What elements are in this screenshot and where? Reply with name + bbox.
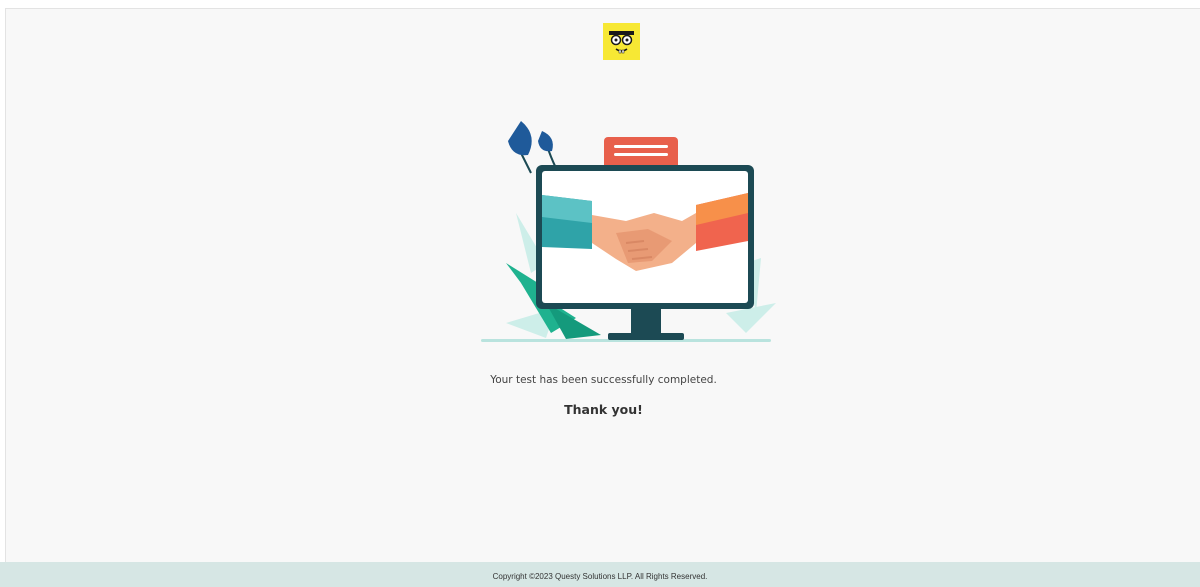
handshake-illustration	[476, 113, 796, 345]
thank-you-heading: Thank you!	[564, 402, 643, 417]
footer: Copyright ©2023 Questy Solutions LLP. Al…	[0, 562, 1200, 587]
copyright-text: Copyright ©2023 Questy Solutions LLP. Al…	[492, 572, 708, 581]
completion-message: Your test has been successfully complete…	[490, 374, 717, 386]
logo-icon	[603, 23, 640, 60]
page-frame: Your test has been successfully complete…	[5, 8, 1200, 562]
